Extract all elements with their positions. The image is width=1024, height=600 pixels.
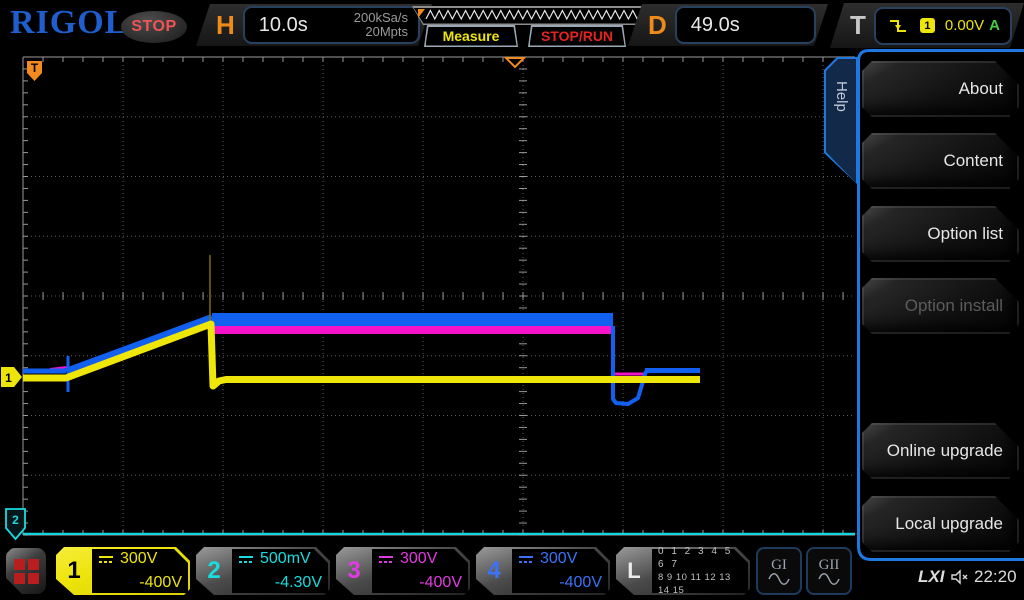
svg-text:T: T [31, 61, 39, 75]
channel-2-number: 2 [196, 547, 232, 595]
stop-run-button-label: STOP/RUN [530, 27, 625, 46]
delay-value: 49.0s [691, 14, 740, 37]
trigger-group[interactable]: T 1 0.00V A [830, 3, 1024, 48]
menu-item-local-upgrade[interactable]: Local upgrade [862, 496, 1019, 552]
horizontal-timebase-group[interactable]: H 10.0s 200kSa/s 20Mpts [196, 4, 432, 46]
channel-2-status[interactable]: 2 500mV -4.30V [196, 547, 330, 595]
channel-4-offset: -400V [518, 574, 602, 592]
measure-button-label: Measure [426, 27, 517, 46]
dc-coupling-icon [518, 554, 534, 564]
menu-item-option-list[interactable]: Option list [862, 206, 1019, 262]
channel-2-scale: 500mV [260, 550, 311, 568]
channel-3-values: 300V -400V [378, 550, 462, 592]
channel-1-offset: -400V [98, 574, 182, 592]
menu-item-option-install: Option install [862, 278, 1019, 334]
grid-icon [14, 559, 39, 584]
channel-2-values: 500mV -4.30V [238, 550, 322, 592]
trigger-box[interactable]: 1 0.00V A [874, 7, 1012, 45]
trigger-time-indicator[interactable] [506, 58, 524, 67]
trigger-mode: A [989, 17, 1000, 34]
delay-label: D [648, 10, 667, 41]
tab-help[interactable]: Help [824, 57, 858, 185]
delay-group[interactable]: D 49.0s [628, 4, 828, 46]
sample-rate: 200kSa/s 20Mpts [354, 11, 408, 39]
channel-3-offset: -400V [378, 574, 462, 592]
trigger-level-value: 0.00V [945, 17, 984, 34]
digital-row-8-15: 8 9 10 11 12 13 14 15 [658, 571, 742, 597]
svg-text:2: 2 [12, 513, 19, 527]
timebase-value: 10.0s [259, 14, 308, 37]
channel-4-number: 4 [476, 547, 512, 595]
digital-row-0-7: 0 1 2 3 4 5 6 7 [658, 545, 742, 571]
channel-4-scale: 300V [540, 550, 577, 568]
delay-box[interactable]: 49.0s [675, 6, 816, 44]
help-tab-bg [826, 59, 856, 183]
trigger-label: T [850, 10, 866, 41]
trace-ch4-fall [613, 326, 646, 404]
dc-coupling-icon [238, 554, 254, 564]
menu-item-content[interactable]: Content [862, 133, 1019, 189]
overview-position-marker [418, 9, 425, 18]
channel-3-status[interactable]: 3 300V -400V [336, 547, 470, 595]
dc-coupling-icon [378, 554, 394, 564]
timebase-box[interactable]: 10.0s 200kSa/s 20Mpts [243, 6, 420, 44]
channel-2-offset: -4.30V [238, 574, 322, 592]
waveform-traces [23, 255, 855, 534]
help-tab-label: Help [833, 81, 850, 112]
menu-item-about[interactable]: About [862, 61, 1019, 117]
oscilloscope-screen: T 1 2 RIGOL STOP H 10.0s 200kSa/s 20Mpts M… [0, 0, 1024, 600]
generator-1-label: GI [771, 558, 787, 573]
sine-wave-icon [768, 573, 790, 585]
generator-2-label: GII [819, 558, 840, 573]
channel-3-scale: 300V [400, 550, 437, 568]
dc-coupling-icon [98, 554, 114, 564]
horizontal-label: H [216, 10, 235, 41]
graticule [23, 57, 855, 535]
channel-4-status[interactable]: 4 300V -400V [476, 547, 610, 595]
clock: 22:20 [974, 567, 1017, 587]
channel-1-number: 1 [56, 547, 92, 595]
speaker-muted-icon [950, 569, 970, 585]
sine-wave-icon [818, 573, 840, 585]
generator-1-button[interactable]: GI [756, 547, 802, 595]
menu-item-online-upgrade[interactable]: Online upgrade [862, 423, 1019, 479]
falling-edge-icon [888, 18, 908, 34]
digital-channel-list: 0 1 2 3 4 5 6 7 8 9 10 11 12 13 14 15 [658, 550, 742, 592]
acquisition-state-badge: STOP [121, 11, 187, 43]
trace-ch4-ramp [66, 317, 212, 371]
svg-text:1: 1 [5, 371, 12, 385]
lxi-logo: LXI [918, 567, 944, 587]
measure-button[interactable]: Measure [424, 25, 518, 47]
channel-1-status[interactable]: 1 300V -400V [56, 547, 190, 595]
trigger-source-badge: 1 [920, 18, 935, 33]
generator-2-button[interactable]: GII [806, 547, 852, 595]
rigol-logo: RIGOL [10, 4, 128, 42]
stop-run-button[interactable]: STOP/RUN [528, 25, 626, 47]
channel-4-values: 300V -400V [518, 550, 602, 592]
channel-3-number: 3 [336, 547, 372, 595]
channel-1-values: 300V -400V [98, 550, 182, 592]
digital-channels-status[interactable]: L 0 1 2 3 4 5 6 7 8 9 10 11 12 13 14 15 [616, 547, 750, 595]
channel-1-scale: 300V [120, 550, 157, 568]
trace-ch3-fall [613, 330, 645, 374]
digital-label: L [616, 547, 652, 595]
